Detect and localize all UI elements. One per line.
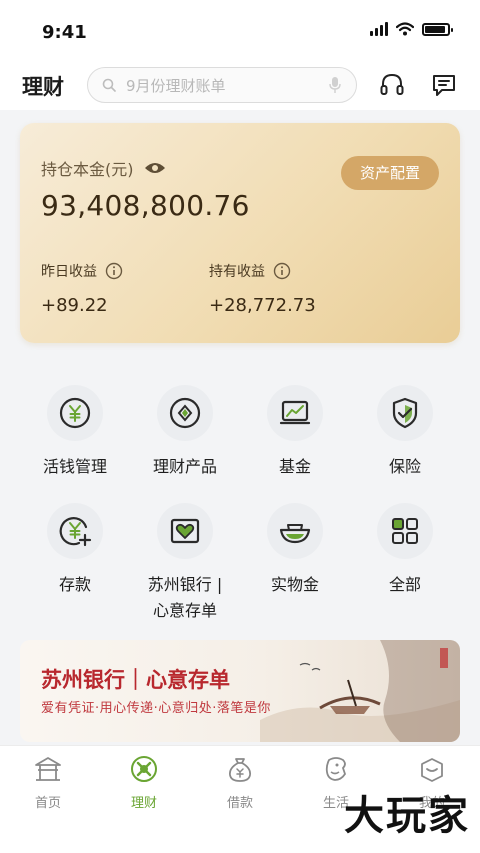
- header-spacer: [0, 110, 480, 120]
- yesterday-value: +89.22: [41, 295, 108, 316]
- life-icon: [325, 757, 346, 781]
- grid-label-line1: 苏州银行 |: [147, 575, 223, 594]
- home-pavilion-icon: [35, 757, 61, 781]
- battery-icon: [422, 22, 453, 36]
- grid-item-insurance[interactable]: 保险: [350, 385, 460, 480]
- gold-ingot-icon: [267, 503, 323, 559]
- grid-item-current-account[interactable]: 活钱管理: [20, 385, 130, 480]
- info-icon[interactable]: [273, 262, 291, 280]
- asset-label: 持仓本金(元): [41, 160, 134, 179]
- page-title: 理财: [22, 75, 64, 99]
- grid-label: 基金: [278, 457, 311, 476]
- asset-card[interactable]: 持仓本金(元) 93,408,800.76 资产配置 昨日收益 +89.22 持…: [20, 123, 460, 343]
- profile-icon: [421, 758, 443, 782]
- grid-item-physical-gold[interactable]: 实物金: [240, 503, 350, 598]
- grid-label: 苏州银行 | 心意存单: [130, 572, 240, 624]
- grid-label: 存款: [58, 575, 91, 594]
- grid-label: 全部: [388, 575, 421, 594]
- yesterday-income: 昨日收益 +89.22: [41, 261, 123, 316]
- grid-label: 活钱管理: [42, 457, 107, 476]
- eye-icon[interactable]: [144, 161, 166, 175]
- message-icon[interactable]: [430, 71, 458, 99]
- promo-banner[interactable]: 苏州银行｜心意存单 爱有凭证·用心传递·心意归处·落笔是你: [20, 640, 460, 742]
- banner-subtitle: 爱有凭证·用心传递·心意归处·落笔是你: [41, 701, 271, 716]
- ink-painting-illustration: [260, 640, 460, 742]
- grid-label: 理财产品: [152, 457, 217, 476]
- asset-amount: 93,408,800.76: [41, 189, 250, 222]
- bottom-tab-bar: 首页 理财 借款 生活 我的 大玩家: [0, 745, 480, 853]
- search-icon: [102, 78, 116, 92]
- holding-label-row: 持有收益: [209, 261, 316, 281]
- grid-item-deposit[interactable]: 存款: [20, 503, 130, 598]
- grid-item-fund[interactable]: 基金: [240, 385, 350, 480]
- grid-item-wealth-products[interactable]: 理财产品: [130, 385, 240, 480]
- grid-label: 保险: [388, 457, 421, 476]
- allocate-button[interactable]: 资产配置: [341, 156, 439, 190]
- wealth-icon: [131, 756, 157, 782]
- yuan-coin-icon: [47, 385, 103, 441]
- yuan-plus-icon: [47, 503, 103, 559]
- yesterday-label-row: 昨日收益: [41, 261, 123, 281]
- tab-label: 首页: [34, 796, 61, 811]
- banner-title: 苏州银行｜心意存单: [41, 668, 230, 692]
- mic-icon[interactable]: [328, 76, 342, 94]
- watermark-logo: 大玩家: [344, 792, 470, 839]
- status-icons: [370, 22, 453, 36]
- grid-item-heart-deposit[interactable]: 苏州银行 | 心意存单: [130, 503, 240, 624]
- header: 理财 9月份理财账单: [0, 60, 480, 110]
- headset-icon[interactable]: [378, 71, 406, 99]
- status-bar: 9:41: [0, 0, 480, 60]
- search-input[interactable]: 9月份理财账单: [87, 67, 357, 103]
- holding-label: 持有收益: [209, 264, 265, 280]
- tab-label: 借款: [226, 796, 253, 811]
- holding-value: +28,772.73: [209, 295, 316, 316]
- grid-apps-icon: [377, 503, 433, 559]
- tab-wealth[interactable]: 理财: [96, 754, 192, 811]
- chart-monitor-icon: [267, 385, 323, 441]
- money-bag-icon: [229, 758, 251, 782]
- search-placeholder: 9月份理财账单: [126, 76, 226, 95]
- wifi-icon: [396, 22, 414, 36]
- tab-home[interactable]: 首页: [0, 754, 96, 811]
- diamond-coin-icon: [157, 385, 213, 441]
- shield-check-icon: [377, 385, 433, 441]
- grid-label: 实物金: [270, 575, 319, 594]
- holding-income: 持有收益 +28,772.73: [209, 261, 316, 316]
- grid-label-line2: 心意存单: [152, 601, 217, 620]
- tab-label: 理财: [130, 796, 157, 811]
- heart-card-icon: [157, 503, 213, 559]
- yesterday-label: 昨日收益: [41, 264, 97, 280]
- info-icon[interactable]: [105, 262, 123, 280]
- tab-loan[interactable]: 借款: [192, 754, 288, 811]
- grid-item-all[interactable]: 全部: [350, 503, 460, 598]
- signal-icon: [370, 22, 388, 36]
- asset-label-row: 持仓本金(元): [41, 156, 166, 180]
- status-time: 9:41: [42, 22, 87, 43]
